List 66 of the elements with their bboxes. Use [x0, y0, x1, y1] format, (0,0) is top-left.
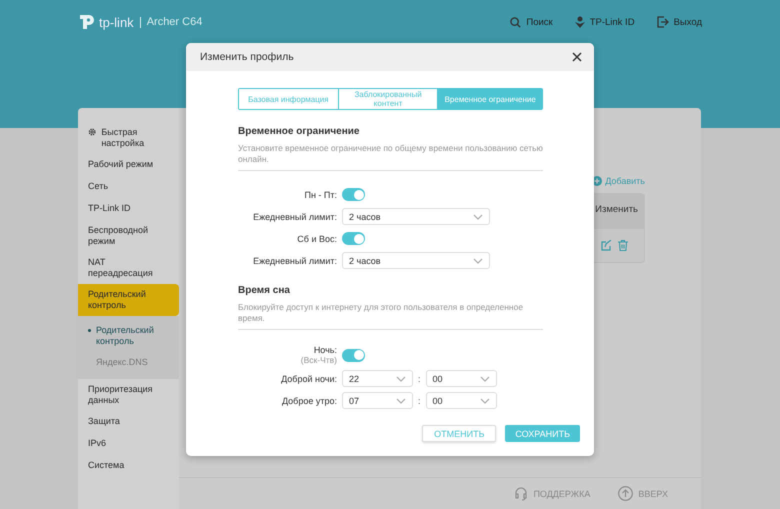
- chevron-down-icon: [480, 398, 490, 404]
- hour-dropdown[interactable]: 07: [342, 392, 413, 409]
- person-icon: [574, 16, 585, 28]
- edit-icon[interactable]: [601, 240, 612, 251]
- section-description: Блокируйте доступ к интернету для этого пользователя в определенное время.: [238, 302, 543, 330]
- sidebar-item[interactable]: Защита: [78, 411, 179, 433]
- sidebar-item[interactable]: Родительский контроль: [78, 284, 179, 316]
- gear-icon: [88, 127, 96, 137]
- field-label: Доброе утро:: [282, 396, 337, 406]
- dialog-title: Изменить профиль: [200, 51, 294, 63]
- sidebar-item[interactable]: NAT переадресация: [78, 252, 179, 284]
- field-label: Доброй ночи:: [281, 374, 337, 384]
- minute-dropdown[interactable]: 00: [426, 392, 497, 409]
- model-name: Archer C64: [140, 16, 202, 28]
- section-title: Время сна: [238, 285, 291, 296]
- sidebar-item[interactable]: Приоритезация данных: [78, 379, 179, 411]
- sidebar-item-label: Сеть: [88, 181, 108, 192]
- sidebar-item[interactable]: Рабочий режим: [78, 154, 179, 176]
- search-icon: [510, 16, 522, 28]
- toggle-switch[interactable]: [342, 232, 365, 245]
- chevron-down-icon: [473, 214, 483, 220]
- minute-dropdown[interactable]: 00: [426, 370, 497, 387]
- field-label: Ежедневный лимит:: [253, 212, 337, 222]
- headset-icon: [514, 486, 528, 500]
- section-title: Временное ограничение: [238, 126, 360, 137]
- sidebar-item-label: IPv6: [88, 438, 106, 449]
- chevron-down-icon: [473, 258, 483, 264]
- header-link[interactable]: Выход: [656, 16, 702, 28]
- sidebar-item-label: Система: [88, 460, 124, 471]
- close-button[interactable]: [572, 52, 582, 62]
- logo: tp-link: [78, 14, 134, 30]
- chevron-down-icon: [480, 376, 490, 382]
- sidebar-item-label: Родительский контроль: [88, 289, 147, 311]
- header-link[interactable]: TP-Link ID: [574, 16, 635, 28]
- sidebar-item[interactable]: Быстрая настройка: [78, 122, 179, 154]
- dropdown-field[interactable]: 2 часов: [342, 252, 490, 269]
- field-sublabel: (Вск-Чтв): [300, 355, 337, 365]
- chevron-down-icon: [396, 376, 406, 382]
- sidebar-item-label: Приоритезация данных: [88, 384, 154, 406]
- sidebar-item-label: NAT переадресация: [88, 257, 154, 279]
- chevron-down-icon: [396, 398, 406, 404]
- field-label: Ежедневный лимит:: [253, 256, 337, 266]
- section-description: Установите временное ограничение по общему времени пользованию сетью онлайн.: [238, 143, 543, 171]
- trash-icon[interactable]: [618, 240, 628, 251]
- sidebar-item[interactable]: Сеть: [78, 176, 179, 198]
- field-label: Сб и Вос:: [297, 234, 337, 244]
- sidebar-item[interactable]: Система: [78, 455, 179, 477]
- sidebar-item[interactable]: TP-Link ID: [78, 198, 179, 220]
- field-label: Пн - Пт:: [304, 190, 337, 200]
- sidebar-item-label: Защита: [88, 416, 120, 427]
- time-separator: :: [418, 396, 421, 406]
- sidebar-item[interactable]: Беспроводной режим: [78, 220, 179, 252]
- dropdown-field[interactable]: 2 часов: [342, 208, 490, 225]
- sidebar-item[interactable]: IPv6: [78, 433, 179, 455]
- sidebar-item-label: Быстрая настройка: [101, 127, 146, 149]
- header-link[interactable]: Поиск: [510, 16, 553, 28]
- hour-dropdown[interactable]: 22: [342, 370, 413, 387]
- field-label: Ночь:: [314, 345, 337, 355]
- toggle-switch[interactable]: [342, 188, 365, 201]
- toggle-switch[interactable]: [342, 348, 365, 362]
- submenu-item[interactable]: Родительский контроль: [78, 320, 179, 352]
- sidebar-item-label: Беспроводной режим: [88, 225, 150, 247]
- sidebar-item-label: Рабочий режим: [88, 159, 154, 170]
- logout-icon: [656, 16, 669, 28]
- time-separator: :: [418, 374, 421, 384]
- sidebar-item-label: TP-Link ID: [88, 203, 131, 214]
